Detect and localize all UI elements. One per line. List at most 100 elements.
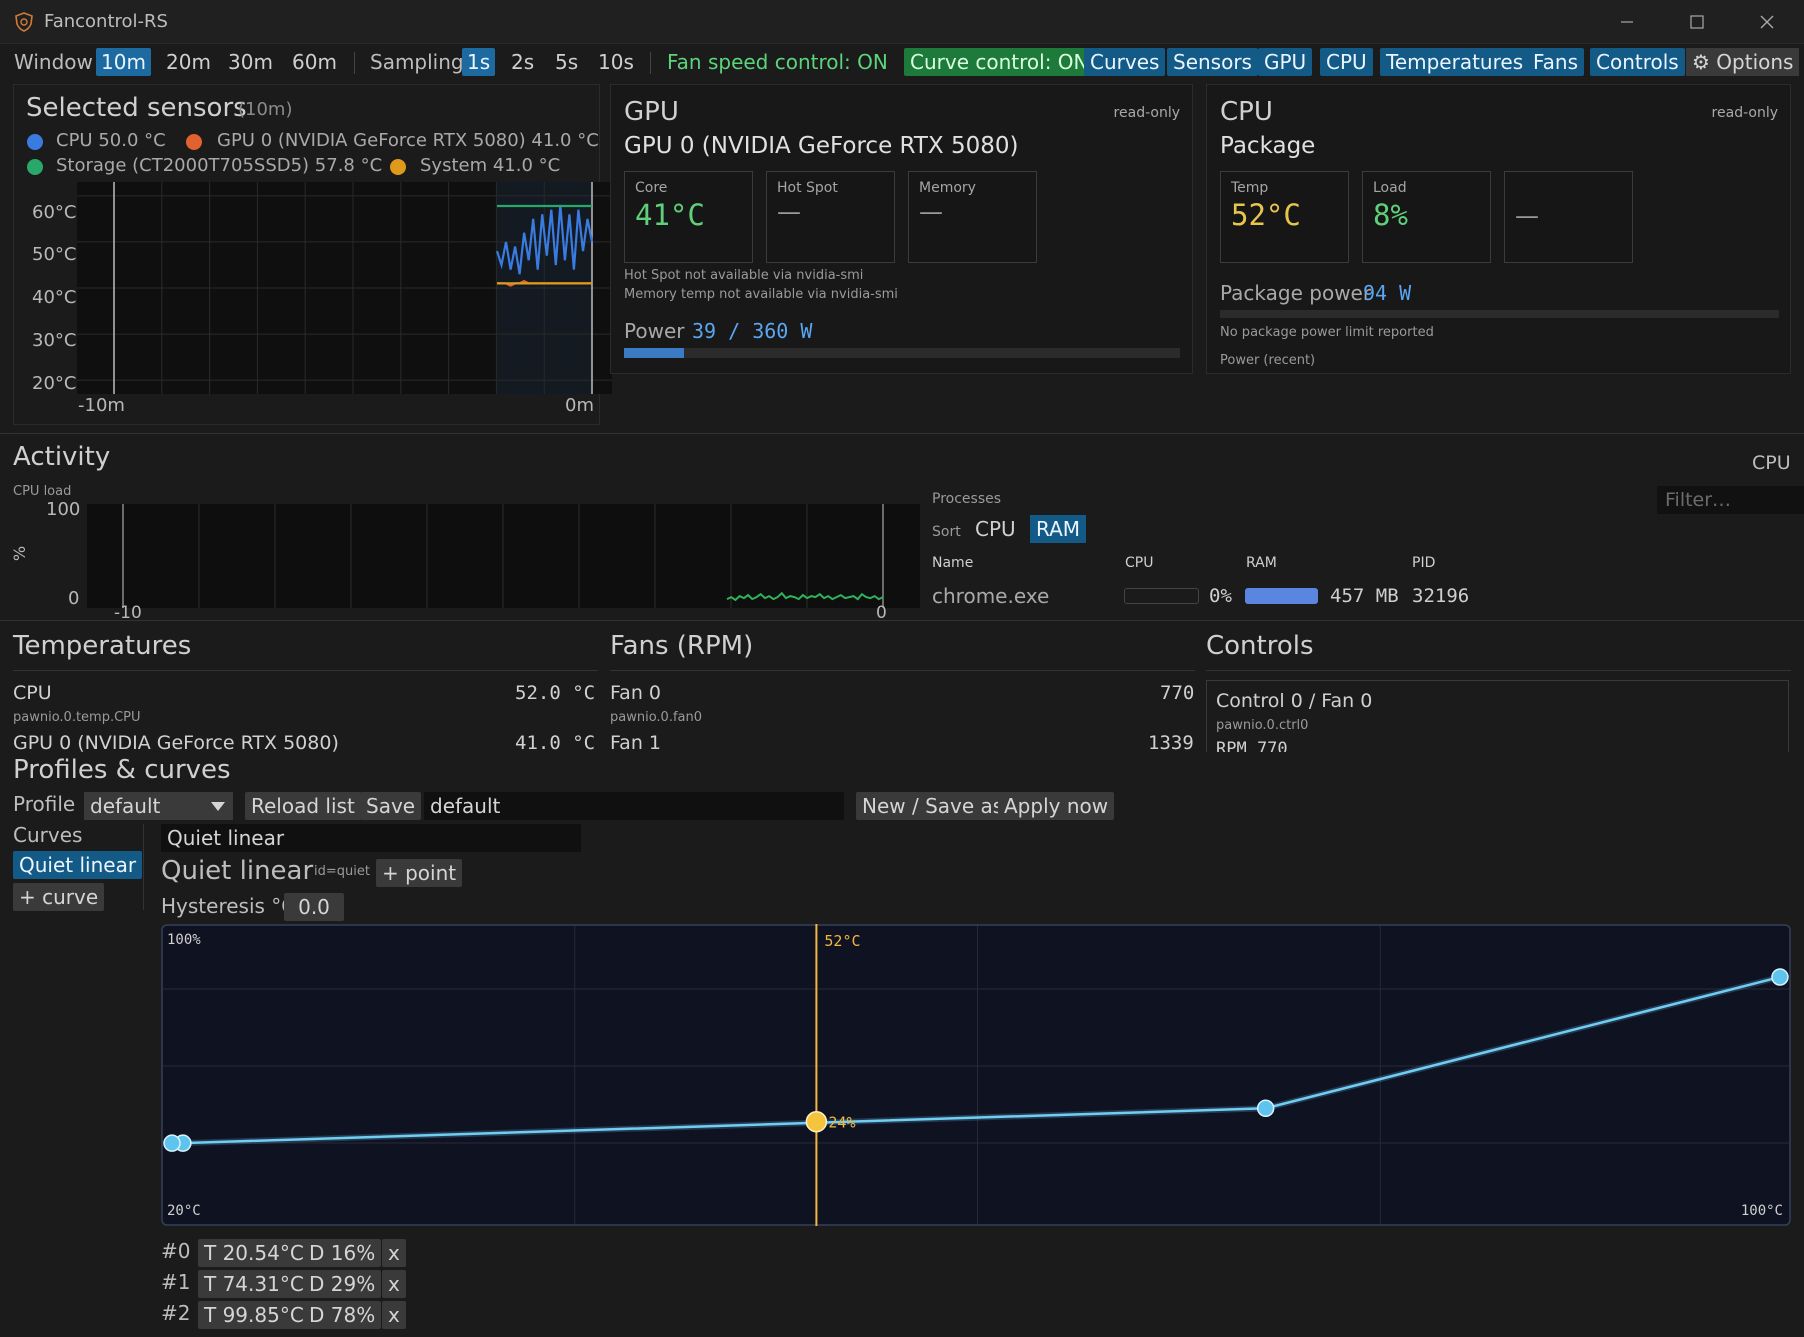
point-index: #0 <box>161 1239 191 1263</box>
minimize-button[interactable] <box>1602 6 1652 38</box>
sort-cpu-option[interactable]: CPU <box>975 515 1016 543</box>
process-cpu-bar <box>1124 588 1199 604</box>
control-card[interactable]: Control 0 / Fan 0 pawnio.0.ctrl0 RPM 770 <box>1206 680 1789 752</box>
point-temp-input[interactable]: T 99.85°C <box>198 1301 310 1329</box>
chevron-down-icon <box>211 802 225 811</box>
control-id: pawnio.0.ctrl0 <box>1216 718 1309 733</box>
x-min-label: 20°C <box>167 1203 201 1219</box>
gpu-name: GPU 0 (NVIDIA GeForce RTX 5080) <box>624 133 1019 159</box>
fan-row-id: pawnio.0.fan0 <box>610 710 703 725</box>
nav-controls-button[interactable]: Controls <box>1590 48 1685 76</box>
curve-name-input[interactable]: Quiet linear <box>161 824 581 852</box>
close-button[interactable] <box>1742 6 1792 38</box>
options-label: Options <box>1716 50 1794 74</box>
remove-point-button[interactable]: x <box>382 1301 406 1329</box>
status-section: Temperatures CPU 52.0 °C pawnio.0.temp.C… <box>0 622 1804 752</box>
process-ram-bar <box>1245 588 1318 604</box>
window-option-30m[interactable]: 30m <box>228 48 273 76</box>
point-duty-input[interactable]: D 78% <box>303 1301 382 1329</box>
divider <box>143 824 144 910</box>
cpu-extra-value: — <box>1515 202 1539 230</box>
reload-list-button[interactable]: Reload list <box>245 792 361 820</box>
temp-row-id: pawnio.0.temp.CPU <box>13 710 141 725</box>
legend-system: System 41.0 °C <box>420 155 561 176</box>
window-label: Window <box>14 50 93 74</box>
sensors-chart <box>77 182 612 394</box>
remove-point-button[interactable]: x <box>382 1239 406 1267</box>
maximize-button[interactable] <box>1672 6 1722 38</box>
column-cpu[interactable]: CPU <box>1125 555 1153 571</box>
current-duty-label: 24% <box>828 1114 855 1132</box>
process-filter-input[interactable]: Filter… <box>1657 486 1804 514</box>
gpu-core-card: Core 41°C <box>624 171 753 263</box>
sampling-option-10s[interactable]: 10s <box>598 48 634 76</box>
legend-swatch-gpu <box>186 134 202 150</box>
sort-label: Sort <box>932 524 961 540</box>
title-bar: Fancontrol-RS <box>0 0 1804 44</box>
selected-sensors-panel: Selected sensors (10m) CPU 50.0 °C GPU 0… <box>13 84 612 425</box>
point-duty-input[interactable]: D 29% <box>303 1270 382 1298</box>
sampling-option-2s[interactable]: 2s <box>511 48 534 76</box>
point-duty-input[interactable]: D 16% <box>303 1239 382 1267</box>
profile-select[interactable]: default <box>84 792 233 820</box>
y-tick-20: 20°C <box>32 373 77 394</box>
window-option-60m[interactable]: 60m <box>292 48 337 76</box>
legend-swatch-cpu <box>27 134 43 150</box>
hysteresis-input[interactable]: 0.0 <box>284 893 344 921</box>
add-curve-button[interactable]: + curve <box>13 883 105 911</box>
fan-speed-control-status[interactable]: Fan speed control: ON <box>667 48 888 76</box>
gpu-panel-title: GPU <box>624 97 679 127</box>
window-option-20m[interactable]: 20m <box>166 48 211 76</box>
activity-title: Activity <box>13 442 111 472</box>
profile-label: Profile <box>13 792 76 816</box>
sampling-option-1s[interactable]: 1s <box>462 48 496 76</box>
options-button[interactable]: ⚙ Options <box>1686 48 1800 76</box>
profiles-section: Profiles & curves Profile default Reload… <box>0 752 1804 1337</box>
add-point-button[interactable]: + point <box>376 859 463 887</box>
gpu-hotspot-label: Hot Spot <box>777 180 838 196</box>
temp-row-name: GPU 0 (NVIDIA GeForce RTX 5080) <box>13 732 339 752</box>
column-ram[interactable]: RAM <box>1246 555 1277 571</box>
nav-cpu-button[interactable]: CPU <box>1320 48 1373 76</box>
apply-now-button[interactable]: Apply now <box>998 792 1115 820</box>
control-rpm: RPM 770 <box>1216 739 1288 752</box>
curve-control-toggle[interactable]: Curve control: ON <box>904 48 1095 76</box>
divider <box>0 620 1804 621</box>
nav-temperatures-button[interactable]: Temperatures <box>1380 48 1530 76</box>
cpu-load-chart-label: CPU load <box>13 484 72 499</box>
profile-name-input[interactable]: default <box>424 792 844 820</box>
y-tick-30: 30°C <box>32 330 77 351</box>
new-save-as-button[interactable]: New / Save as <box>856 792 1010 820</box>
curve-plot-area <box>161 924 1791 1226</box>
nav-fans-button[interactable]: Fans <box>1527 48 1585 76</box>
processes-label: Processes <box>932 491 1002 507</box>
nav-gpu-button[interactable]: GPU <box>1258 48 1313 76</box>
gpu-hotspot-value: — <box>777 198 801 226</box>
sampling-label: Sampling <box>370 50 464 74</box>
point-temp-input[interactable]: T 20.54°C <box>198 1239 310 1267</box>
column-pid[interactable]: PID <box>1412 555 1435 571</box>
point-temp-input[interactable]: T 74.31°C <box>198 1270 310 1298</box>
nav-curves-button[interactable]: Curves <box>1084 48 1166 76</box>
window-option-10m[interactable]: 10m <box>96 48 151 76</box>
controls-title: Controls <box>1206 631 1314 661</box>
save-button[interactable]: Save <box>360 792 422 820</box>
legend-storage: Storage (CT2000T705SSD5) 57.8 °C <box>56 155 383 176</box>
cpu-extra-card: — <box>1504 171 1633 263</box>
column-name[interactable]: Name <box>932 555 973 571</box>
activity-cpu-link[interactable]: CPU <box>1752 452 1791 474</box>
fan-curve-chart[interactable]: 100% 20°C 100°C 52°C 24% <box>161 924 1791 1226</box>
current-operating-point <box>805 1110 828 1133</box>
process-pid: 32196 <box>1412 585 1470 607</box>
gear-icon: ⚙ <box>1692 50 1710 74</box>
app-logo-icon <box>15 12 33 32</box>
remove-point-button[interactable]: x <box>382 1270 406 1298</box>
sort-ram-option[interactable]: RAM <box>1030 515 1087 543</box>
curve-list-item-quiet-linear[interactable]: Quiet linear <box>13 851 143 879</box>
gpu-power-label: Power <box>624 319 685 343</box>
temp-row-value: 41.0 °C <box>515 732 596 752</box>
nav-sensors-button[interactable]: Sensors <box>1167 48 1258 76</box>
window-title: Fancontrol-RS <box>44 11 168 32</box>
curve-title: Quiet linear <box>161 856 314 886</box>
sampling-option-5s[interactable]: 5s <box>555 48 578 76</box>
